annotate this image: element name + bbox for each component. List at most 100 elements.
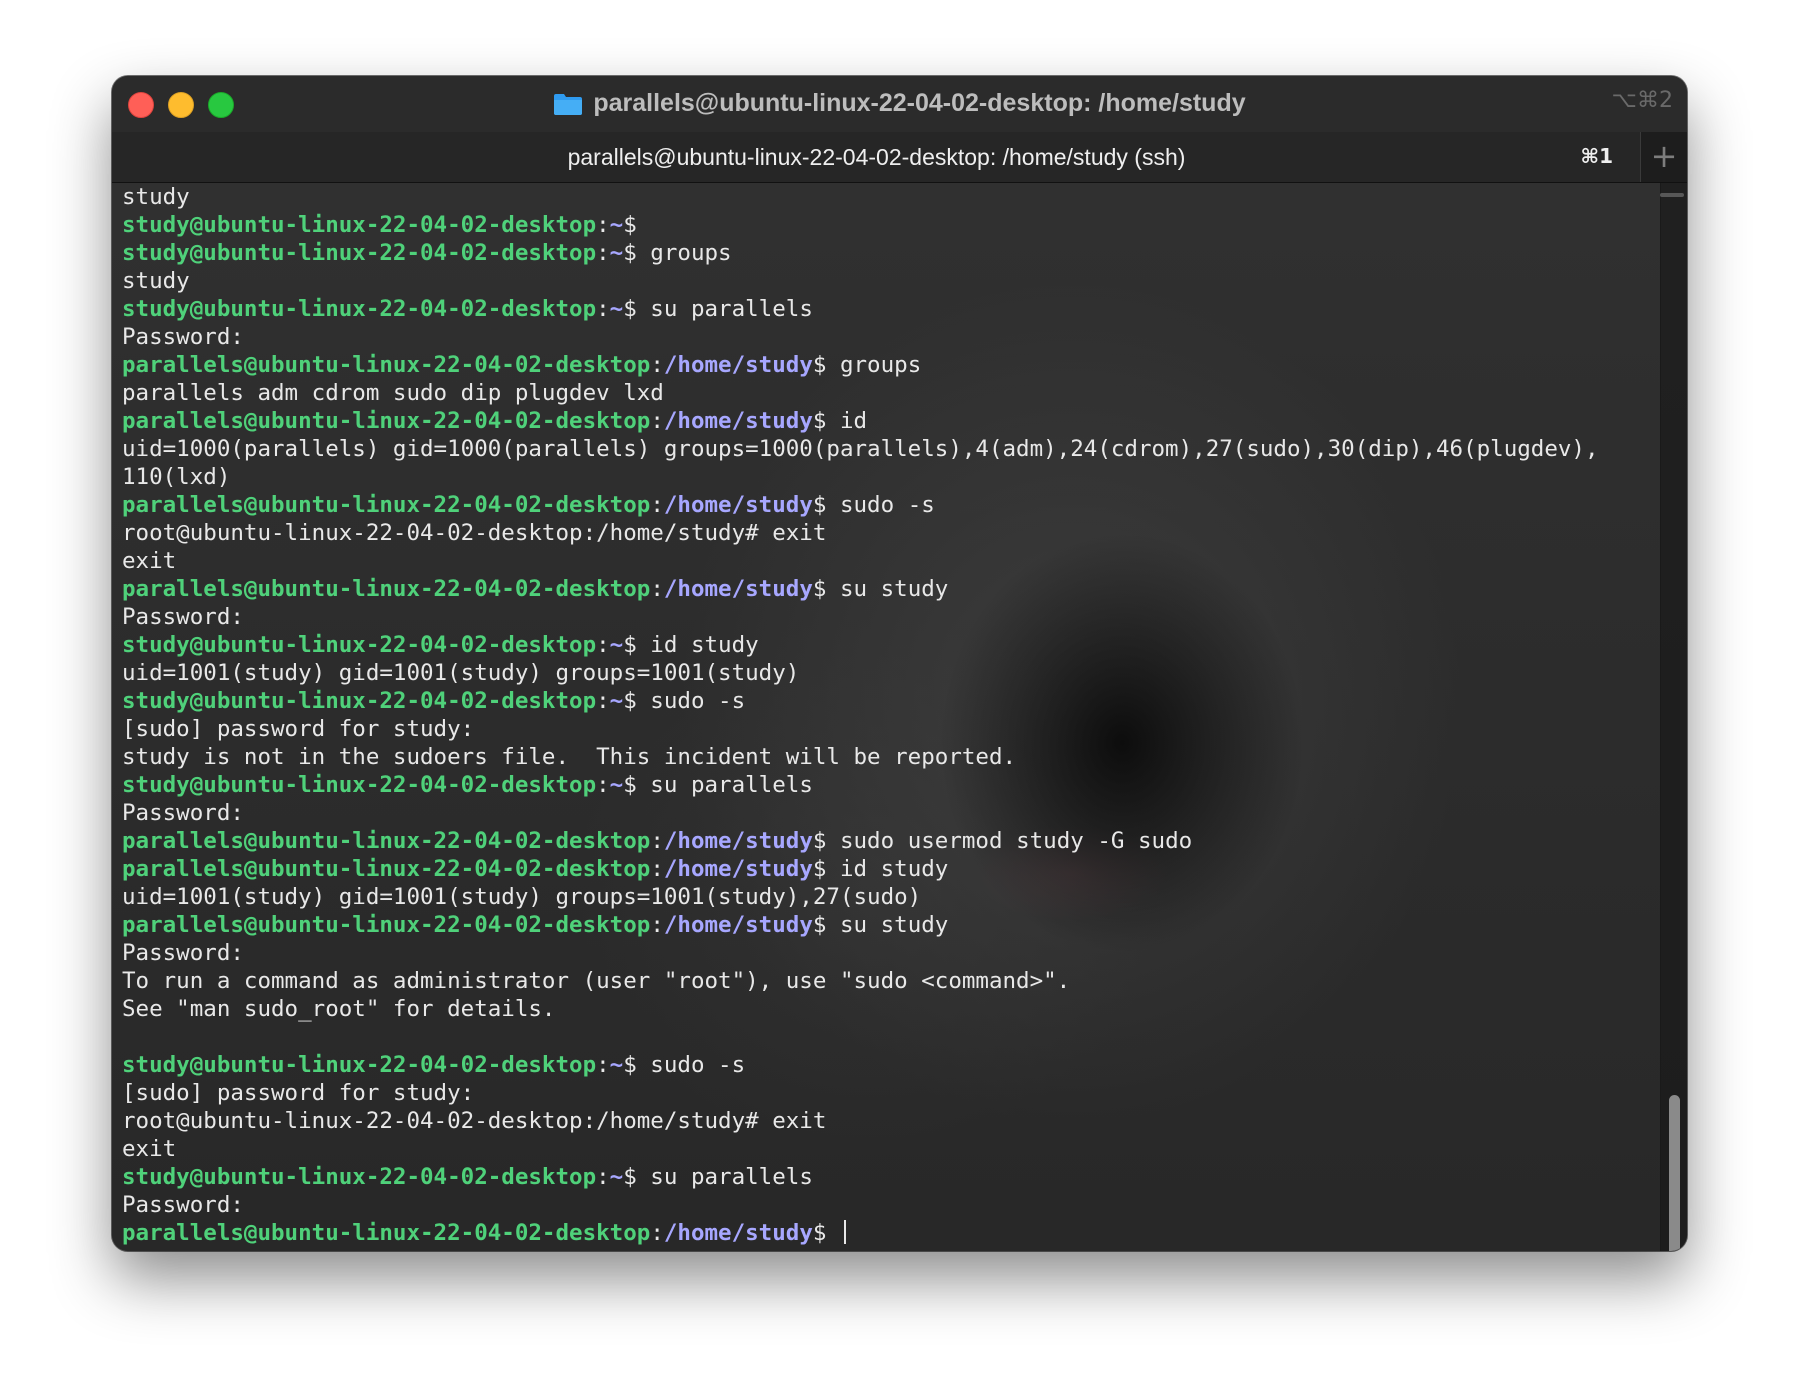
terminal-prompt-line: study@ubuntu-linux-22-04-02-desktop:~$ g… bbox=[122, 239, 1647, 267]
tab-ssh-session[interactable]: parallels@ubuntu-linux-22-04-02-desktop:… bbox=[112, 132, 1641, 182]
prompt-command: $ id bbox=[812, 408, 868, 434]
prompt-path: /home/study bbox=[663, 492, 813, 518]
terminal-prompt-line: study@ubuntu-linux-22-04-02-desktop:~$ s… bbox=[122, 687, 1647, 715]
terminal-output-line: study bbox=[122, 184, 190, 210]
prompt-command: $ su parallels bbox=[623, 296, 813, 322]
prompt-path: /home/study bbox=[663, 856, 813, 882]
terminal-output-line: study is not in the sudoers file. This i… bbox=[122, 744, 1017, 770]
prompt-separator: : bbox=[596, 688, 610, 714]
window-title: parallels@ubuntu-linux-22-04-02-desktop:… bbox=[593, 89, 1246, 117]
prompt-user-host: parallels@ubuntu-linux-22-04-02-desktop bbox=[122, 352, 651, 378]
prompt-separator: : bbox=[596, 296, 610, 322]
prompt-user-host: parallels@ubuntu-linux-22-04-02-desktop bbox=[122, 856, 651, 882]
tab-bar: parallels@ubuntu-linux-22-04-02-desktop:… bbox=[112, 132, 1687, 183]
terminal-output-line: See "man sudo_root" for details. bbox=[122, 996, 556, 1022]
prompt-user-host: study@ubuntu-linux-22-04-02-desktop bbox=[122, 1164, 597, 1190]
terminal-output-line: Password: bbox=[122, 940, 244, 966]
prompt-command: $ sudo -s bbox=[812, 492, 935, 518]
prompt-command: $ sudo usermod study -G sudo bbox=[812, 828, 1193, 854]
terminal-content[interactable]: study study@ubuntu-linux-22-04-02-desktop… bbox=[112, 183, 1687, 1251]
prompt-separator: : bbox=[650, 856, 664, 882]
prompt-command: $ su parallels bbox=[623, 772, 813, 798]
new-tab-button[interactable]: + bbox=[1640, 132, 1687, 182]
terminal-output-line: root@ubuntu-linux-22-04-02-desktop:/home… bbox=[122, 520, 827, 546]
prompt-separator: : bbox=[650, 1220, 664, 1246]
prompt-separator: : bbox=[596, 1052, 610, 1078]
prompt-command: $ bbox=[623, 212, 637, 238]
terminal-prompt-line: study@ubuntu-linux-22-04-02-desktop:~$ i… bbox=[122, 631, 1647, 659]
prompt-user-host: study@ubuntu-linux-22-04-02-desktop bbox=[122, 212, 597, 238]
prompt-path: ~ bbox=[609, 772, 624, 798]
terminal-prompt-line: study@ubuntu-linux-22-04-02-desktop:~$ s… bbox=[122, 1163, 1647, 1191]
prompt-path: /home/study bbox=[663, 576, 813, 602]
prompt-user-host: study@ubuntu-linux-22-04-02-desktop bbox=[122, 772, 597, 798]
prompt-separator: : bbox=[596, 1164, 610, 1190]
prompt-separator: : bbox=[596, 240, 610, 266]
terminal-prompt-line: parallels@ubuntu-linux-22-04-02-desktop:… bbox=[122, 827, 1647, 855]
prompt-user-host: parallels@ubuntu-linux-22-04-02-desktop bbox=[122, 828, 651, 854]
scrollbar-top-marker bbox=[1660, 193, 1684, 197]
terminal-prompt-line: study@ubuntu-linux-22-04-02-desktop:~$ s… bbox=[122, 295, 1647, 323]
terminal-prompt-line: parallels@ubuntu-linux-22-04-02-desktop:… bbox=[122, 491, 1647, 519]
terminal-output-line: uid=1001(study) gid=1001(study) groups=1… bbox=[122, 884, 922, 910]
terminal-output-line: study bbox=[122, 268, 190, 294]
prompt-separator: : bbox=[596, 632, 610, 658]
prompt-user-host: parallels@ubuntu-linux-22-04-02-desktop bbox=[122, 1220, 651, 1246]
prompt-user-host: parallels@ubuntu-linux-22-04-02-desktop bbox=[122, 576, 651, 602]
prompt-separator: : bbox=[650, 576, 664, 602]
tab-label: parallels@ubuntu-linux-22-04-02-desktop:… bbox=[567, 144, 1186, 170]
terminal-output-line: 110(lxd) bbox=[122, 464, 231, 490]
prompt-command: $ su study bbox=[812, 576, 949, 602]
prompt-path: ~ bbox=[609, 1164, 624, 1190]
prompt-command: $ su parallels bbox=[623, 1164, 813, 1190]
prompt-path: ~ bbox=[609, 688, 624, 714]
prompt-user-host: study@ubuntu-linux-22-04-02-desktop bbox=[122, 296, 597, 322]
prompt-separator: : bbox=[650, 912, 664, 938]
terminal-prompt-line: study@ubuntu-linux-22-04-02-desktop:~$ s… bbox=[122, 1051, 1647, 1079]
terminal-output-line: To run a command as administrator (user … bbox=[122, 968, 1071, 994]
prompt-user-host: parallels@ubuntu-linux-22-04-02-desktop bbox=[122, 912, 651, 938]
terminal-prompt-line: parallels@ubuntu-linux-22-04-02-desktop:… bbox=[122, 855, 1647, 883]
folder-icon bbox=[553, 92, 583, 115]
prompt-separator: : bbox=[650, 828, 664, 854]
tab-shortcut: ⌘1 bbox=[1580, 144, 1613, 168]
terminal-prompt-line: parallels@ubuntu-linux-22-04-02-desktop:… bbox=[122, 575, 1647, 603]
prompt-separator: : bbox=[596, 772, 610, 798]
terminal-prompt-line: parallels@ubuntu-linux-22-04-02-desktop:… bbox=[122, 351, 1647, 379]
scrollbar-thumb[interactable] bbox=[1669, 1095, 1680, 1251]
prompt-command: $ groups bbox=[812, 352, 922, 378]
terminal-window: parallels@ubuntu-linux-22-04-02-desktop:… bbox=[112, 76, 1687, 1251]
prompt-path: ~ bbox=[609, 240, 624, 266]
terminal-output-line: uid=1000(parallels) gid=1000(parallels) … bbox=[122, 436, 1599, 462]
prompt-path: ~ bbox=[609, 212, 624, 238]
terminal-output-line: Password: bbox=[122, 800, 244, 826]
terminal-output-line: exit bbox=[122, 1136, 177, 1162]
terminal-prompt-line: study@ubuntu-linux-22-04-02-desktop:~$ bbox=[122, 211, 1647, 239]
prompt-command: $ id study bbox=[812, 856, 949, 882]
prompt-path: /home/study bbox=[663, 828, 813, 854]
terminal-output-line: parallels adm cdrom sudo dip plugdev lxd bbox=[122, 380, 664, 406]
prompt-separator: : bbox=[650, 352, 664, 378]
terminal-prompt-line: parallels@ubuntu-linux-22-04-02-desktop:… bbox=[122, 407, 1647, 435]
prompt-path: ~ bbox=[609, 632, 624, 658]
terminal-output-line: Password: bbox=[122, 324, 244, 350]
terminal-output-line: Password: bbox=[122, 604, 244, 630]
prompt-command: $ sudo -s bbox=[623, 1052, 746, 1078]
terminal-output-line: root@ubuntu-linux-22-04-02-desktop:/home… bbox=[122, 1108, 827, 1134]
prompt-command: $ groups bbox=[623, 240, 732, 266]
terminal-prompt-line: study@ubuntu-linux-22-04-02-desktop:~$ s… bbox=[122, 771, 1647, 799]
terminal-output-line: uid=1001(study) gid=1001(study) groups=1… bbox=[122, 660, 800, 686]
prompt-user-host: study@ubuntu-linux-22-04-02-desktop bbox=[122, 1052, 597, 1078]
prompt-command: $ su study bbox=[812, 912, 949, 938]
terminal-prompt-line: parallels@ubuntu-linux-22-04-02-desktop:… bbox=[122, 911, 1647, 939]
terminal-output-line: [sudo] password for study: bbox=[122, 716, 475, 742]
prompt-path: /home/study bbox=[663, 352, 813, 378]
window-title-container: parallels@ubuntu-linux-22-04-02-desktop:… bbox=[112, 88, 1687, 118]
title-bar[interactable]: parallels@ubuntu-linux-22-04-02-desktop:… bbox=[112, 76, 1687, 132]
prompt-command: $ bbox=[812, 1220, 840, 1246]
scrollbar-track[interactable] bbox=[1660, 183, 1687, 1251]
prompt-user-host: study@ubuntu-linux-22-04-02-desktop bbox=[122, 632, 597, 658]
prompt-separator: : bbox=[596, 212, 610, 238]
window-shortcut: ⌥⌘2 bbox=[1611, 88, 1673, 113]
